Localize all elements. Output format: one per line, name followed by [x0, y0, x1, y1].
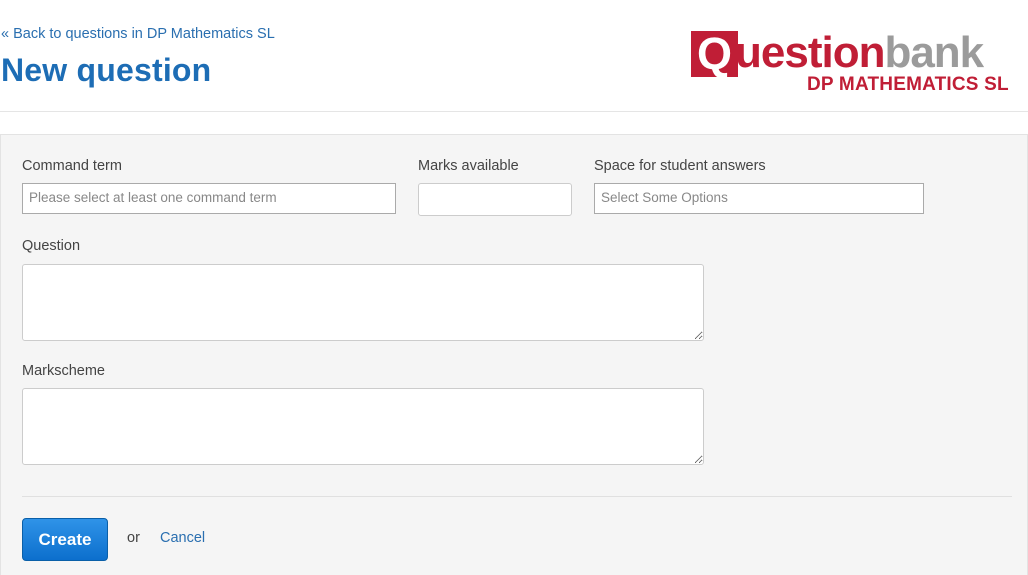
space-for-answers-select[interactable]: Select Some Options	[594, 183, 924, 214]
page-header: « Back to questions in DP Mathematics SL…	[0, 0, 1028, 112]
marks-available-input[interactable]	[418, 183, 572, 216]
or-text: or	[127, 530, 140, 546]
questionbank-logo: Q uestionbank DP MATHEMATICS SL	[691, 28, 1009, 95]
logo-wordmark: uestionbank	[735, 26, 984, 80]
logo-word-bank: bank	[884, 28, 984, 77]
markscheme-label: Markscheme	[22, 363, 105, 379]
logo-subtitle: DP MATHEMATICS SL	[807, 74, 1009, 95]
question-label: Question	[22, 238, 81, 254]
logo-word-question: uestion	[735, 28, 885, 77]
markscheme-textarea[interactable]	[22, 388, 704, 465]
question-textarea[interactable]	[22, 264, 704, 341]
marks-available-label: Marks available	[418, 158, 519, 174]
command-term-label: Command term	[22, 158, 122, 174]
command-term-select[interactable]: Please select at least one command term	[22, 183, 396, 214]
cancel-link[interactable]: Cancel	[160, 530, 205, 546]
page-title: New question	[1, 52, 212, 88]
create-button[interactable]: Create	[22, 518, 108, 561]
space-for-answers-label: Space for student answers	[594, 158, 766, 174]
logo-q-block: Q	[691, 31, 738, 77]
back-to-questions-link[interactable]: « Back to questions in DP Mathematics SL	[1, 26, 275, 42]
form-actions-divider	[22, 496, 1012, 497]
